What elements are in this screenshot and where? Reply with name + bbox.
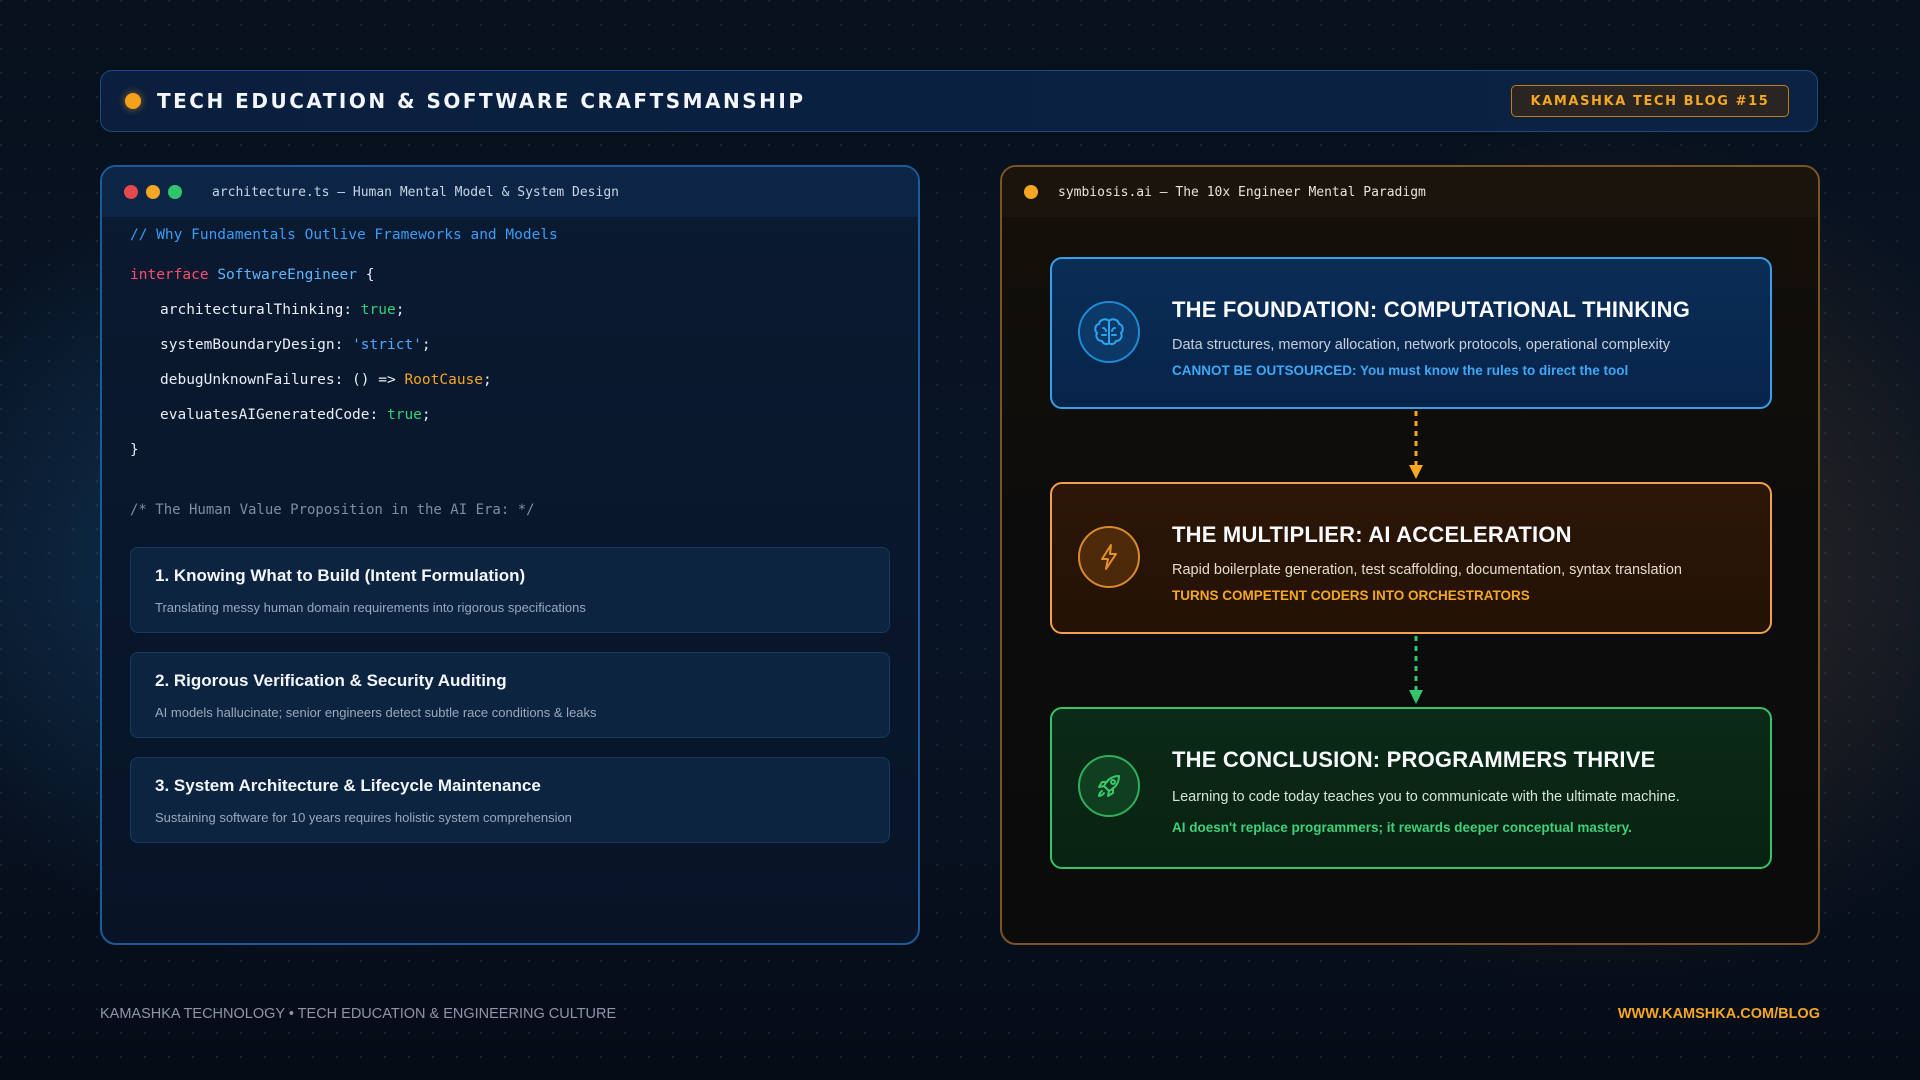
blog-badge: KAMASHKA TECH BLOG #15 — [1511, 85, 1789, 117]
code-property: systemBoundaryDesign: — [160, 337, 353, 353]
conclusion-card: THE CONCLUSION: PROGRAMMERS THRIVE Learn… — [1050, 707, 1772, 869]
multiplier-note: TURNS COMPETENT CODERS INTO ORCHESTRATOR… — [1172, 588, 1530, 603]
code-semicolon: ; — [395, 302, 405, 318]
code-comment: // Why Fundamentals Outlive Frameworks a… — [130, 227, 558, 243]
value-card-title: 3. System Architecture & Lifecycle Maint… — [155, 776, 541, 795]
paradigm-window-title: symbiosis.ai — The 10x Engineer Mental P… — [1058, 184, 1426, 200]
paradigm-titlebar: symbiosis.ai — The 10x Engineer Mental P… — [1002, 167, 1818, 217]
arrow-down-icon — [1409, 636, 1423, 704]
code-block-comment: /* The Human Value Proposition in the AI… — [130, 502, 535, 518]
conclusion-title: THE CONCLUSION: PROGRAMMERS THRIVE — [1172, 747, 1656, 772]
code-property: debugUnknownFailures: () => — [160, 372, 405, 388]
header-bar: TECH EDUCATION & SOFTWARE CRAFTSMANSHIP … — [100, 70, 1818, 132]
multiplier-title: THE MULTIPLIER: AI ACCELERATION — [1172, 522, 1572, 547]
maximize-window-icon[interactable] — [168, 185, 182, 199]
code-line: evaluatesAIGeneratedCode: true; — [160, 407, 431, 423]
code-value: RootCause — [404, 372, 484, 388]
code-value: 'strict' — [352, 337, 422, 353]
foundation-description: Data structures, memory allocation, netw… — [1172, 337, 1671, 353]
window-controls — [124, 185, 182, 199]
foundation-note: CANNOT BE OUTSOURCED: You must know the … — [1172, 363, 1629, 378]
minimize-window-icon[interactable] — [146, 185, 160, 199]
code-property: architecturalThinking: — [160, 302, 361, 318]
value-card: 2. Rigorous Verification & Security Audi… — [130, 652, 890, 738]
code-line: systemBoundaryDesign: 'strict'; — [160, 337, 431, 353]
code-interface-line: interface SoftwareEngineer { — [130, 267, 374, 283]
value-card: 3. System Architecture & Lifecycle Maint… — [130, 757, 890, 843]
code-value: true — [386, 407, 422, 423]
multiplier-card: THE MULTIPLIER: AI ACCELERATION Rapid bo… — [1050, 482, 1772, 634]
code-semicolon: ; — [421, 407, 431, 423]
arrow-down-icon — [1409, 411, 1423, 479]
editor-filename: architecture.ts — Human Mental Model & S… — [212, 184, 619, 200]
close-window-icon[interactable] — [124, 185, 138, 199]
value-card-title: 1. Knowing What to Build (Intent Formula… — [155, 566, 526, 585]
code-close-brace: } — [130, 442, 139, 458]
editor-titlebar: architecture.ts — Human Mental Model & S… — [102, 167, 918, 217]
page-title: TECH EDUCATION & SOFTWARE CRAFTSMANSHIP — [157, 89, 806, 113]
value-card-subtitle: Sustaining software for 10 years require… — [155, 810, 572, 825]
code-property: evaluatesAIGeneratedCode: — [160, 407, 387, 423]
value-card-title: 2. Rigorous Verification & Security Audi… — [155, 671, 507, 690]
lightning-icon — [1078, 526, 1140, 588]
conclusion-description: Learning to code today teaches you to co… — [1172, 789, 1680, 805]
status-dot-icon — [125, 93, 141, 109]
code-line: architecturalThinking: true; — [160, 302, 404, 318]
footer-company: KAMASHKA TECHNOLOGY • TECH EDUCATION & E… — [100, 1006, 617, 1022]
foundation-card: THE FOUNDATION: COMPUTATIONAL THINKING D… — [1050, 257, 1772, 409]
brain-icon — [1078, 301, 1140, 363]
code-open-brace: { — [365, 267, 375, 283]
value-card-subtitle: Translating messy human domain requireme… — [155, 600, 586, 615]
code-editor-panel: architecture.ts — Human Mental Model & S… — [100, 165, 920, 945]
code-semicolon: ; — [421, 337, 431, 353]
multiplier-description: Rapid boilerplate generation, test scaff… — [1172, 562, 1682, 578]
rocket-icon — [1078, 755, 1140, 817]
code-type-name: SoftwareEngineer — [217, 267, 357, 283]
footer-blog-link[interactable]: WWW.KAMSHKA.COM/BLOG — [1618, 1006, 1820, 1022]
code-keyword: interface — [130, 267, 209, 283]
conclusion-note: AI doesn't replace programmers; it rewar… — [1172, 820, 1632, 835]
code-value: true — [360, 302, 396, 318]
code-semicolon: ; — [483, 372, 492, 388]
value-card: 1. Knowing What to Build (Intent Formula… — [130, 547, 890, 633]
code-line: debugUnknownFailures: () => RootCause; — [160, 372, 492, 388]
paradigm-panel: symbiosis.ai — The 10x Engineer Mental P… — [1000, 165, 1820, 945]
window-dot-icon — [1024, 185, 1038, 199]
value-card-subtitle: AI models hallucinate; senior engineers … — [155, 705, 597, 720]
foundation-title: THE FOUNDATION: COMPUTATIONAL THINKING — [1172, 297, 1691, 322]
